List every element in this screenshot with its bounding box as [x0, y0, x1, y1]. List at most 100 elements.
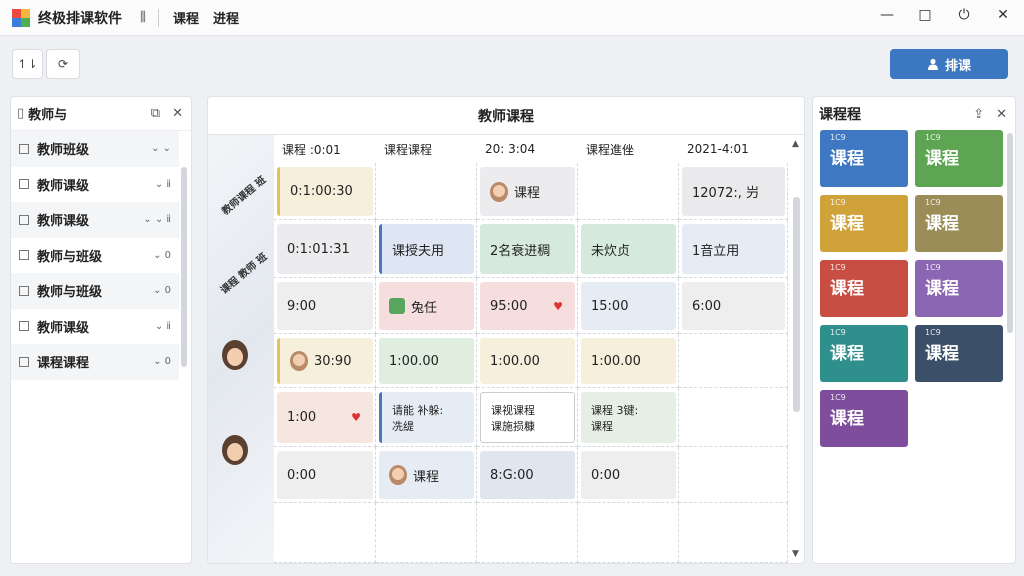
schedule-event[interactable]: 1:00.00	[480, 338, 575, 384]
teacher-list-item[interactable]: 教师与班级 ⌄ 0	[11, 238, 179, 274]
schedule-event[interactable]: 2名衰进稠	[480, 224, 575, 274]
column-header[interactable]: 课程進侳	[578, 135, 679, 163]
schedule-event[interactable]: 8:G:00	[480, 451, 575, 499]
schedule-event[interactable]: 6:00	[682, 282, 785, 330]
schedule-cell[interactable]	[376, 163, 477, 220]
schedule-event[interactable]: 9:00	[277, 282, 373, 330]
schedule-event[interactable]: 兔任	[379, 282, 474, 330]
teacher-list-item[interactable]: 教师课级 ⌄ ⅱ	[11, 309, 179, 345]
teacher-avatar[interactable]	[222, 435, 248, 465]
column-header[interactable]: 课程课程	[376, 135, 477, 163]
schedule-cell[interactable]	[274, 503, 376, 563]
teacher-list-scrollbar[interactable]	[181, 167, 187, 367]
minimize-icon[interactable]: —	[876, 7, 898, 23]
export-icon[interactable]: ⇪	[973, 107, 984, 122]
schedule-scrollbar[interactable]	[793, 197, 800, 412]
event-text: 95:00	[490, 298, 528, 314]
schedule-event[interactable]: 15:00	[581, 282, 676, 330]
course-tile[interactable]: 1C9 课程	[915, 260, 1003, 317]
menu-icon[interactable]: ⫼	[140, 10, 146, 25]
checkbox[interactable]	[19, 143, 29, 154]
checkbox[interactable]	[19, 214, 29, 225]
teacher-avatar[interactable]	[222, 340, 248, 370]
schedule-event[interactable]: 1音立用	[682, 224, 785, 274]
scroll-down-icon[interactable]: ▼	[792, 549, 799, 559]
teacher-list-item[interactable]: 教师课级 ⌄ ⅱ	[11, 167, 179, 203]
schedule-event[interactable]: 未炊贞	[581, 224, 676, 274]
course-panel-close-icon[interactable]: ✕	[996, 107, 1007, 122]
expand-indicator[interactable]: ⌄ ⅱ	[155, 321, 171, 332]
teacher-list-item[interactable]: 教师班级 ⌄ ⌄	[11, 131, 179, 167]
panel-close-icon[interactable]: ✕	[172, 106, 183, 121]
course-tile[interactable]: 1C9 课程	[820, 390, 908, 447]
expand-indicator[interactable]: ⌄ ⅱ	[155, 179, 171, 190]
schedule-event[interactable]: 课程	[480, 167, 575, 216]
event-text: 1:00.00	[389, 353, 439, 369]
schedule-event[interactable]: 课视课程 课施损糠	[480, 392, 575, 443]
course-tile[interactable]: 1C9 课程	[915, 130, 1003, 187]
avatar-icon	[490, 181, 508, 202]
teacher-list-item[interactable]: 教师与班级 ⌄ 0	[11, 273, 179, 309]
app-logo-icon	[12, 8, 30, 27]
event-text: 8:G:00	[490, 467, 534, 483]
checkbox[interactable]	[19, 321, 29, 332]
close-icon[interactable]: ✕	[992, 7, 1014, 23]
schedule-event[interactable]: 0:00	[581, 451, 676, 499]
checkbox[interactable]	[19, 179, 29, 190]
course-code: 1C9	[925, 198, 941, 207]
schedule-cell[interactable]	[477, 503, 578, 563]
teacher-list-item[interactable]: 教师课级 ⌄ ⌄ ⅱ	[11, 202, 179, 238]
course-tile[interactable]: 1C9 课程	[820, 325, 908, 382]
menu-item-progress[interactable]: 进程	[213, 8, 239, 27]
schedule-cell[interactable]	[376, 503, 477, 563]
expand-indicator[interactable]: ⌄ ⌄ ⅱ	[143, 214, 171, 225]
schedule-event[interactable]: 12072:, 屶	[682, 167, 785, 216]
course-tile[interactable]: 1C9 课程	[915, 195, 1003, 252]
popout-icon[interactable]: ⧉	[151, 106, 160, 121]
schedule-cell[interactable]	[679, 388, 788, 447]
scroll-up-icon[interactable]: ▲	[792, 139, 799, 149]
teacher-list-item[interactable]: 课程课程 ⌄ 0	[11, 344, 179, 380]
maximize-icon[interactable]: □	[914, 7, 936, 23]
expand-indicator[interactable]: ⌄ ⌄	[151, 143, 171, 154]
refresh-button[interactable]: ⟳	[46, 49, 80, 79]
expand-indicator[interactable]: ⌄ 0	[153, 285, 171, 296]
schedule-event[interactable]: 1:00 ♥	[277, 392, 373, 443]
course-tile[interactable]: 1C9 课程	[820, 130, 908, 187]
menu-item-course[interactable]: 课程	[173, 8, 199, 27]
schedule-event[interactable]: 课授夫用	[379, 224, 474, 274]
schedule-event[interactable]: 请能 补躲: 冼缇	[379, 392, 474, 443]
course-code: 1C9	[830, 393, 846, 402]
checkbox[interactable]	[19, 250, 29, 261]
expand-indicator[interactable]: ⌄ 0	[153, 250, 171, 261]
checkbox[interactable]	[19, 285, 29, 296]
schedule-cell[interactable]	[578, 503, 679, 563]
schedule-event[interactable]: 课程 3键: 课程	[581, 392, 676, 443]
course-code: 1C9	[925, 263, 941, 272]
schedule-event[interactable]: 0:00	[277, 451, 373, 499]
schedule-event[interactable]: 1:00.00	[581, 338, 676, 384]
course-tile[interactable]: 1C9 课程	[915, 325, 1003, 382]
schedule-event[interactable]: 95:00 ♥	[480, 282, 575, 330]
course-tile[interactable]: 1C9 课程	[820, 260, 908, 317]
schedule-button[interactable]: 排课	[890, 49, 1008, 79]
column-header[interactable]: 2021-4:01	[679, 135, 788, 163]
expand-indicator[interactable]: ⌄ 0	[153, 356, 171, 367]
column-header[interactable]: 20: 3:04	[477, 135, 578, 163]
sort-button[interactable]: ↿⇂	[12, 49, 43, 79]
column-header[interactable]: 课程 :0:01	[274, 135, 376, 163]
course-name: 课程	[925, 214, 959, 234]
schedule-event[interactable]: 0:1:01:31	[277, 224, 373, 274]
power-icon[interactable]: ⏻	[953, 7, 975, 23]
schedule-event[interactable]: 课程	[379, 451, 474, 499]
schedule-cell[interactable]	[679, 334, 788, 388]
checkbox[interactable]	[19, 356, 29, 367]
schedule-event[interactable]: 0:1:00:30	[277, 167, 373, 216]
course-scrollbar[interactable]	[1007, 133, 1013, 333]
schedule-cell[interactable]	[679, 447, 788, 503]
schedule-event[interactable]: 1:00.00	[379, 338, 474, 384]
course-tile[interactable]: 1C9 课程	[820, 195, 908, 252]
schedule-event[interactable]: 30:90	[277, 338, 373, 384]
schedule-cell[interactable]	[578, 163, 679, 220]
schedule-cell[interactable]	[679, 503, 788, 563]
